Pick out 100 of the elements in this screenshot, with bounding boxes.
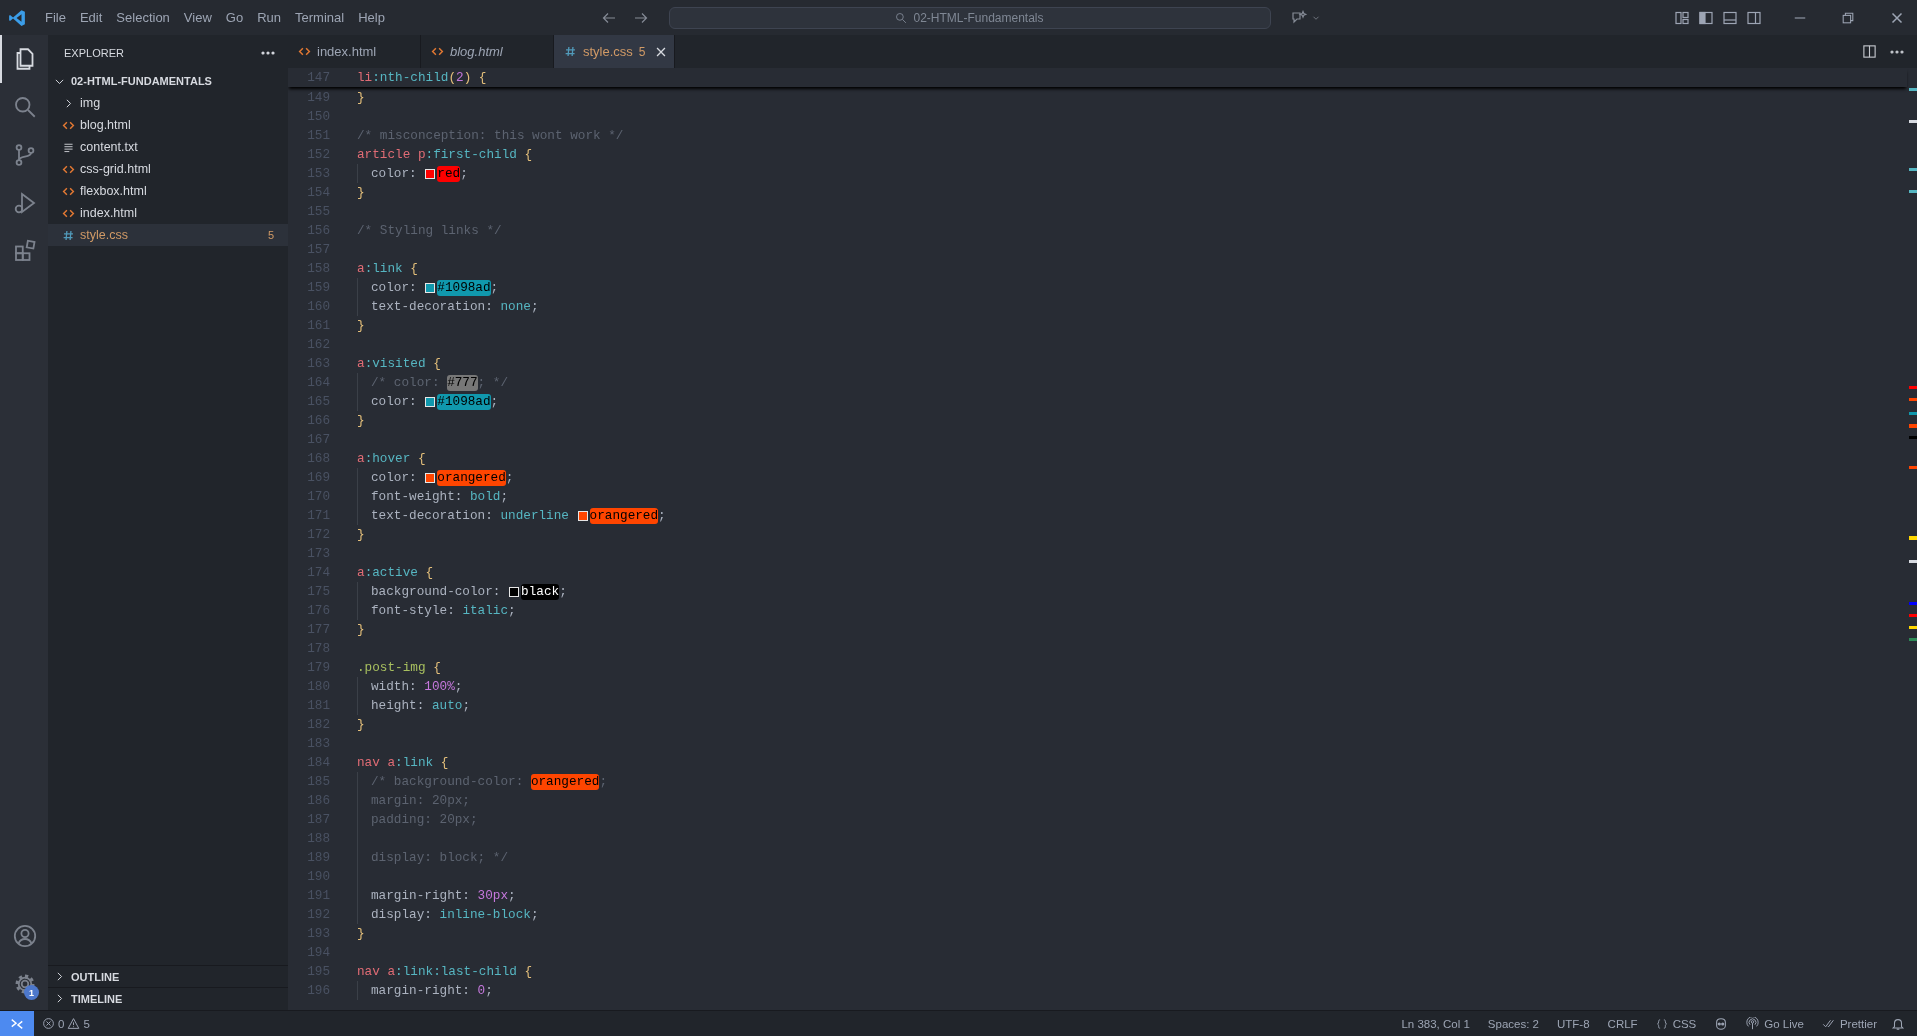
color-value: black xyxy=(521,583,560,600)
status-item[interactable]: UTF-8 xyxy=(1557,1017,1590,1030)
remote-button[interactable] xyxy=(0,1011,34,1036)
layout-icon[interactable] xyxy=(1674,9,1690,26)
notification-badge: 1 xyxy=(24,985,39,1000)
explorer-file[interactable]: index.html xyxy=(48,202,288,224)
code-text: a:visited { xyxy=(357,356,441,371)
code-text: /* misconception: this wont work */ xyxy=(357,128,624,143)
code-text: margin: 20px; xyxy=(371,793,470,808)
code-text: } xyxy=(357,413,365,428)
split-editor-icon[interactable] xyxy=(1862,44,1877,59)
blocks-icon xyxy=(13,239,37,263)
code-text: text-decoration: none; xyxy=(371,299,539,314)
search-icon xyxy=(13,95,37,119)
code-text: } xyxy=(357,527,365,542)
status-item[interactable]: Spaces: 2 xyxy=(1487,1017,1539,1030)
code-text: height: auto; xyxy=(371,698,470,713)
menu-item[interactable]: Terminal xyxy=(288,6,352,29)
go-live-button[interactable]: Go Live xyxy=(1746,1017,1804,1030)
menu-item[interactable]: Go xyxy=(218,6,251,29)
language-mode-button[interactable]: CSS xyxy=(1655,1017,1697,1030)
menu-item[interactable]: Selection xyxy=(109,6,177,29)
code-text: nav a:link { xyxy=(357,755,449,770)
code-text: ; xyxy=(559,584,567,599)
code-text: display: block; */ xyxy=(371,850,509,865)
menu-item[interactable]: File xyxy=(38,6,73,29)
panel-title: EXPLORER xyxy=(64,46,124,59)
chat-sparkle-icon[interactable] xyxy=(1290,9,1307,26)
double-check-icon xyxy=(1821,1017,1835,1030)
explorer-file[interactable]: blog.html xyxy=(48,114,288,136)
formatter-button[interactable]: Prettier xyxy=(1821,1017,1877,1030)
code-text: a:link { xyxy=(357,261,418,276)
code-text: .post-img { xyxy=(357,660,441,675)
problem-count: 5 xyxy=(267,229,274,241)
restore-icon[interactable] xyxy=(1841,10,1855,25)
color-swatch[interactable] xyxy=(425,282,436,293)
robot-icon[interactable] xyxy=(1714,1016,1729,1031)
panel-toggle-icon[interactable] xyxy=(1722,9,1738,26)
explorer-file[interactable]: flexbox.html xyxy=(48,180,288,202)
code-text: ; xyxy=(599,774,608,789)
code-text: font-style: italic; xyxy=(371,603,516,618)
bell-icon[interactable] xyxy=(1891,1016,1905,1031)
explorer-file[interactable]: content.txt xyxy=(48,136,288,158)
code-text: ; xyxy=(658,508,666,523)
code-text: article p:first-child { xyxy=(357,147,533,162)
branch-icon xyxy=(13,143,37,167)
problem-count: 5 xyxy=(638,44,646,59)
code-text: /* Styling links */ xyxy=(357,223,502,238)
code-text: } xyxy=(357,622,365,637)
code-text: color: xyxy=(371,470,418,485)
color-value: red xyxy=(437,165,461,182)
code-text: ; xyxy=(490,394,499,409)
problems-button[interactable]: 0 5 xyxy=(42,1017,90,1030)
menu-item[interactable]: View xyxy=(176,6,219,29)
hash-file-icon xyxy=(62,228,75,242)
color-swatch[interactable] xyxy=(425,396,436,407)
menu-item[interactable]: Edit xyxy=(72,6,110,29)
code-text: a:active { xyxy=(357,565,434,580)
gear-icon xyxy=(13,972,37,996)
editor-tab[interactable]: style.css 5 xyxy=(554,35,675,68)
section-header[interactable]: OUTLINE xyxy=(48,965,288,987)
remote-icon xyxy=(10,1016,24,1031)
code-text: /* color: xyxy=(371,375,441,390)
explorer-folder[interactable]: img xyxy=(48,92,288,114)
status-item[interactable]: Ln 383, Col 1 xyxy=(1401,1017,1470,1030)
code-text: text-decoration: underline xyxy=(371,508,570,523)
menu-item[interactable]: Help xyxy=(351,6,392,29)
color-swatch[interactable] xyxy=(425,472,436,483)
folder-header[interactable]: 02-HTML-FUNDAMENTALS xyxy=(48,70,288,92)
code-text: color: xyxy=(371,280,418,295)
code-text: } xyxy=(357,717,365,732)
color-swatch[interactable] xyxy=(509,586,520,597)
section-header[interactable]: TIMELINE xyxy=(48,987,288,1009)
braces-icon xyxy=(1655,1017,1668,1030)
color-value: orangered xyxy=(530,773,600,790)
color-swatch[interactable] xyxy=(425,168,436,179)
settings-button[interactable]: 1 xyxy=(0,960,48,1008)
secondary-sidebar-toggle-icon[interactable] xyxy=(1746,9,1762,26)
command-center-search[interactable]: 02-HTML-Fundamentals xyxy=(668,6,1271,29)
color-value: #1098ad xyxy=(437,393,491,410)
code-text: } xyxy=(357,90,365,105)
code-text: font-weight: bold; xyxy=(371,489,509,504)
sidebar-toggle-icon[interactable] xyxy=(1698,9,1714,26)
status-item[interactable]: CRLF xyxy=(1607,1017,1638,1030)
explorer-file[interactable]: css-grid.html xyxy=(48,158,288,180)
code-text: padding: 20px; xyxy=(371,812,478,827)
menu-item[interactable]: Run xyxy=(250,6,288,29)
code-text: a:hover { xyxy=(357,451,426,466)
code-text: } xyxy=(357,926,365,941)
code-text: ; xyxy=(490,280,499,295)
color-value: #1098ad xyxy=(437,279,491,296)
color-swatch[interactable] xyxy=(577,510,588,521)
error-icon xyxy=(42,1017,55,1030)
html-file-icon xyxy=(298,45,311,58)
code-text: ; xyxy=(460,166,468,181)
explorer-file[interactable]: style.css 5 xyxy=(48,224,288,246)
code-text: color: xyxy=(371,394,418,409)
search-icon xyxy=(895,11,908,24)
code-text: } xyxy=(357,185,365,200)
code-text: width: 100%; xyxy=(371,679,463,694)
